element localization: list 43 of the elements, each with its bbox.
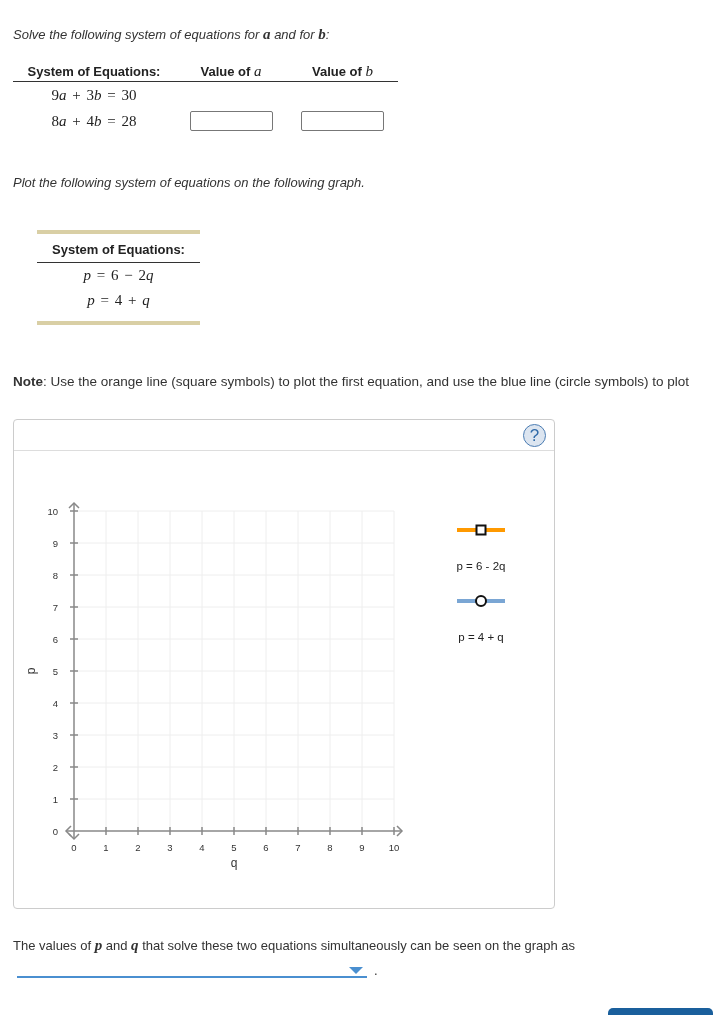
conclusion-text: The values of p and q that solve these two equations simultaneously can be seen on the graph as (13, 937, 577, 953)
axis-tick-label: 10 (388, 841, 400, 853)
equation: p = 4 + q (87, 292, 150, 309)
axis-tick-label: 7 (295, 841, 301, 853)
axis-tick-label: 5 (52, 665, 58, 677)
equation: 9a + 3b = 30 (51, 86, 137, 104)
axis-tick-label: 9 (52, 537, 58, 549)
punctuation: . (374, 964, 378, 978)
axis-tick-label: 4 (52, 697, 58, 709)
axis-tick-label: 0 (52, 825, 58, 837)
axis-tick-label: 9 (359, 841, 365, 853)
axis-tick-label: 7 (52, 601, 58, 613)
legend-label: p = 4 + q (458, 630, 504, 645)
axis-tick-label: 1 (52, 793, 58, 805)
column-header: System of Equations: (27, 63, 161, 79)
equation: p = 6 − 2q (83, 267, 154, 284)
table-heading: System of Equations: (52, 242, 185, 259)
instruction-text: Solve the following system of equations for a and for b: (13, 26, 331, 43)
help-button[interactable]: ? (523, 423, 546, 447)
instruction-text: Plot the following system of equations on the following graph. (13, 175, 366, 191)
axis-tick-label: 6 (263, 841, 269, 853)
answer-field[interactable] (301, 111, 384, 131)
column-header: Value of b (312, 62, 373, 80)
axis-tick-label: 2 (52, 761, 58, 773)
axis-title: q (230, 856, 238, 870)
axis-tick-label: 5 (231, 841, 237, 853)
axis-tick-label: 3 (167, 841, 173, 853)
axis-tick-label: 4 (199, 841, 205, 853)
answer-field[interactable] (189, 111, 273, 131)
axis-tick-label: 1 (103, 841, 109, 853)
axis-tick-label: 2 (135, 841, 141, 853)
axis-tick-label: 0 (71, 841, 77, 853)
axis-tick-label: 8 (327, 841, 333, 853)
note-text: Note: Use the orange line (square symbols) to plot the first equation, and use the blue line (circle symbols) to plot (13, 374, 691, 390)
legend-label: p = 6 - 2q (456, 559, 506, 574)
axis-tick-label: 10 (47, 505, 58, 517)
equation: 8a + 4b = 28 (51, 112, 137, 130)
column-header: Value of a (200, 62, 262, 80)
axis-title: p (24, 667, 38, 675)
axis-tick-label: 6 (52, 633, 58, 645)
caret-icon (349, 967, 363, 974)
axis-tick-label: 8 (52, 569, 58, 581)
axis-tick-label: 3 (52, 729, 58, 741)
